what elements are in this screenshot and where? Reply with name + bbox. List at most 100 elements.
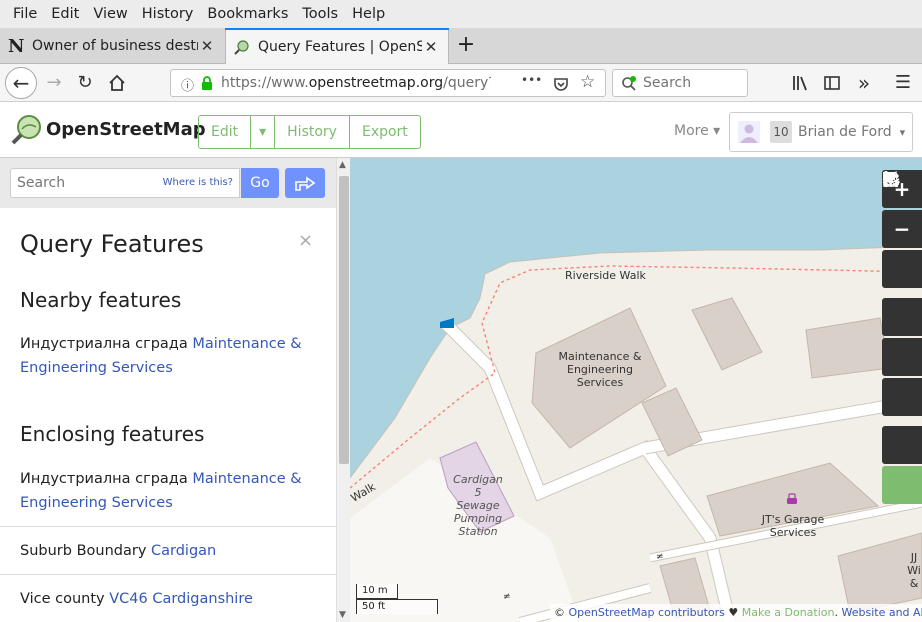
zoom-out-button[interactable]: − xyxy=(882,210,922,248)
close-icon[interactable]: × xyxy=(298,230,313,251)
list-item: Vice county VC46 Cardiganshire xyxy=(20,587,320,611)
feature-link[interactable]: VC46 Cardiganshire xyxy=(109,591,253,607)
browser-search-input[interactable] xyxy=(643,75,739,91)
map-label-garage: JT's Garage Services xyxy=(761,513,825,539)
menu-history[interactable]: History xyxy=(135,6,201,22)
close-tab-icon[interactable]: ✕ xyxy=(198,37,216,55)
menu-file[interactable]: File xyxy=(6,6,44,22)
feature-link[interactable]: Cardigan xyxy=(151,543,216,559)
export-button[interactable]: Export xyxy=(350,116,420,148)
new-tab-button[interactable]: + xyxy=(454,32,478,60)
map-scale: 10 m 50 ft xyxy=(356,584,438,616)
map-controls: + − ? xyxy=(882,170,922,506)
avatar xyxy=(738,121,760,143)
url-text: https://www.openstreetmap.org/query?la xyxy=(221,75,491,91)
osm-favicon-icon xyxy=(234,39,249,55)
reload-button[interactable]: ↻ xyxy=(71,69,99,97)
divider xyxy=(0,526,336,527)
menu-view[interactable]: View xyxy=(86,6,134,22)
go-button[interactable]: Go xyxy=(241,168,279,198)
tab-news[interactable]: N Owner of business destro ✕ xyxy=(0,28,224,64)
separator: . xyxy=(834,606,838,619)
scroll-thumb[interactable] xyxy=(339,176,349,464)
more-menu-button[interactable]: More ▾ xyxy=(674,123,720,139)
share-button[interactable] xyxy=(882,172,922,416)
page-title: Query Features xyxy=(20,230,204,258)
feature-type: Suburb Boundary xyxy=(20,543,147,559)
menu-tools[interactable]: Tools xyxy=(295,6,345,22)
url-bar[interactable]: ⓘ https://www.openstreetmap.org/query?la… xyxy=(170,69,606,97)
close-tab-icon[interactable]: ✕ xyxy=(422,38,440,56)
pocket-icon[interactable] xyxy=(553,76,569,92)
user-name: Brian de Ford xyxy=(798,124,892,140)
search-icon xyxy=(622,76,636,91)
home-button[interactable] xyxy=(103,69,131,97)
gate-marker-icon: ≠ xyxy=(503,592,511,602)
tab-title: Query Features | OpenStr xyxy=(258,38,422,55)
building-1 xyxy=(691,297,763,371)
forward-button[interactable]: → xyxy=(40,69,68,97)
menu-edit[interactable]: Edit xyxy=(44,6,86,22)
map-label-maintenance: Maintenance & Engineering Services xyxy=(558,350,642,389)
osm-brand-name[interactable]: OpenStreetMap xyxy=(46,119,206,140)
contributors-link[interactable]: OpenStreetMap contributors xyxy=(569,606,725,619)
list-item: Индустриална сграда Maintenance & Engine… xyxy=(20,332,320,380)
map-label-riverside: Riverside Walk xyxy=(565,269,646,282)
home-icon xyxy=(109,74,125,91)
edit-button[interactable]: Edit xyxy=(199,116,252,148)
heart-icon: ♥ xyxy=(728,606,739,619)
locate-button[interactable] xyxy=(882,171,922,288)
menu-help[interactable]: Help xyxy=(345,6,392,22)
map-attribution: © OpenStreetMap contributors ♥ Make a Do… xyxy=(550,604,922,622)
scroll-down-icon[interactable]: ▼ xyxy=(339,610,346,620)
directions-button[interactable] xyxy=(285,168,325,198)
add-note-button[interactable] xyxy=(882,172,922,464)
donation-link[interactable]: Make a Donation xyxy=(742,606,835,619)
sidebar-scrollbar[interactable]: ▲ ▼ xyxy=(336,158,350,622)
sidebar: Where is this? Go Query Features × Nearb… xyxy=(0,158,336,622)
query-features-button[interactable]: ? xyxy=(882,171,922,504)
scroll-up-icon[interactable]: ▲ xyxy=(339,160,346,170)
sidebar-search-bar: Where is this? Go xyxy=(0,158,336,208)
browser-search-bar[interactable] xyxy=(612,69,748,97)
nearby-heading: Nearby features xyxy=(20,288,182,312)
search-input[interactable] xyxy=(17,175,157,191)
river-water xyxy=(350,158,922,478)
more-label: More xyxy=(674,123,709,139)
user-menu[interactable]: 10 Brian de Ford ▾ xyxy=(729,112,913,152)
menu-bookmarks[interactable]: Bookmarks xyxy=(200,6,295,22)
list-item: Suburb Boundary Cardigan xyxy=(20,539,320,563)
search-field[interactable]: Where is this? xyxy=(10,168,240,198)
where-is-this-link[interactable]: Where is this? xyxy=(163,177,233,188)
layers-button[interactable] xyxy=(882,172,922,336)
directions-icon xyxy=(295,176,316,191)
hamburger-menu-icon[interactable]: ☰ xyxy=(889,69,917,97)
map-info-button[interactable] xyxy=(882,171,922,376)
map-canvas[interactable]: ≠ ≠ xyxy=(350,158,922,622)
lock-icon xyxy=(202,76,212,90)
chevron-down-icon: ▾ xyxy=(899,125,906,139)
query-cursor-icon: ? xyxy=(885,171,900,188)
feature-type: Индустриална сграда xyxy=(20,336,188,352)
terms-link[interactable]: Website and API terms xyxy=(841,606,922,619)
page-actions-icon[interactable]: ••• xyxy=(521,73,542,87)
scale-metric: 10 m xyxy=(356,584,398,599)
svg-text:?: ? xyxy=(895,180,900,188)
map-label-edge: JJ Wi & xyxy=(907,551,921,590)
history-button[interactable]: History xyxy=(275,116,350,148)
news-site-icon: N xyxy=(8,35,25,57)
osm-logo-icon[interactable] xyxy=(10,114,42,146)
bookmark-star-icon[interactable]: ☆ xyxy=(580,72,595,92)
scale-imperial: 50 ft xyxy=(356,599,438,614)
sidebar-toggle-button[interactable] xyxy=(818,69,846,97)
back-button[interactable]: ← xyxy=(5,67,37,99)
overflow-menu-icon[interactable]: » xyxy=(850,69,878,97)
library-icon[interactable] xyxy=(786,69,814,97)
library-icon-svg xyxy=(793,76,807,91)
map-view[interactable]: ≠ ≠ Riverside Walk Walk Maintenance & En… xyxy=(350,158,922,622)
list-item: Индустриална сграда Maintenance & Engine… xyxy=(20,467,320,515)
info-icon[interactable]: ⓘ xyxy=(181,75,194,94)
tab-query-features[interactable]: Query Features | OpenStr ✕ xyxy=(225,28,449,65)
menu-bar: File Edit View History Bookmarks Tools H… xyxy=(0,0,922,28)
edit-dropdown-icon[interactable]: ▾ xyxy=(251,116,276,148)
